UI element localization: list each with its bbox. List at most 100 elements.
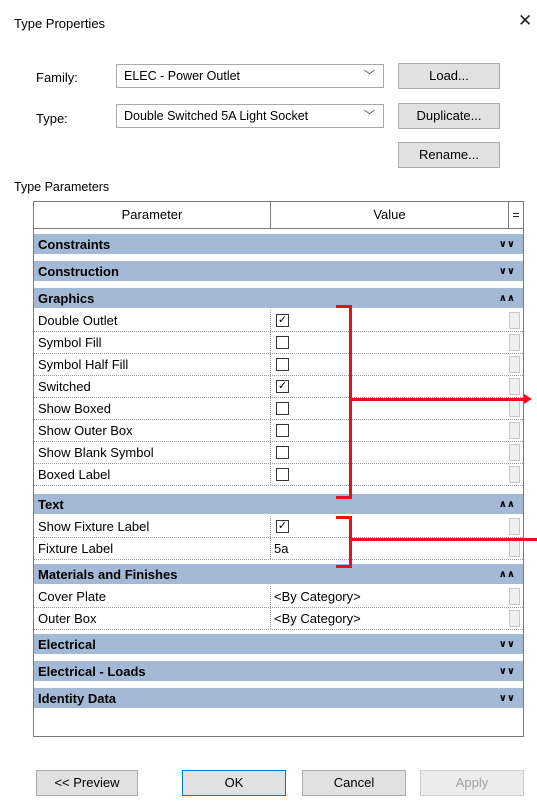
collapse-icon: ∧∧ (498, 293, 515, 304)
cell-divider (270, 332, 271, 353)
param-name: Boxed Label (38, 467, 111, 482)
associate-param-button[interactable] (509, 540, 520, 557)
annotation-arrow-icon (524, 394, 532, 404)
cover-plate-value[interactable]: <By Category> (274, 586, 361, 607)
collapse-icon: ∧∧ (498, 499, 515, 510)
associate-param-button[interactable] (509, 422, 520, 439)
family-select[interactable]: ELEC - Power Outlet ﹀ (116, 64, 384, 88)
cell-divider (270, 608, 271, 629)
param-checkbox[interactable]: ✓ (276, 314, 289, 327)
group-electrical-loads[interactable]: Electrical - Loads ∨∨ (34, 659, 523, 681)
param-row-outer-box: Outer Box <By Category> (34, 608, 523, 630)
cancel-button[interactable]: Cancel (302, 770, 406, 796)
associate-param-button[interactable] (509, 356, 520, 373)
annotation-bracket-graphics (336, 305, 352, 499)
param-row: Switched ✓ (34, 376, 523, 398)
cell-divider (270, 354, 271, 375)
param-name: Show Outer Box (38, 423, 133, 438)
group-electrical[interactable]: Electrical ∨∨ (34, 632, 523, 654)
apply-button: Apply (420, 770, 524, 796)
group-materials-finishes[interactable]: Materials and Finishes ∧∧ (34, 562, 523, 584)
associate-param-button[interactable] (509, 312, 520, 329)
cell-divider (270, 538, 271, 559)
group-label: Materials and Finishes (38, 567, 178, 582)
family-label: Family: (36, 70, 78, 85)
collapse-icon: ∧∧ (498, 569, 515, 580)
family-select-value: ELEC - Power Outlet (124, 69, 241, 83)
annotation-line-graphics (352, 398, 524, 401)
associate-param-button[interactable] (509, 466, 520, 483)
group-label: Identity Data (38, 691, 117, 706)
duplicate-button[interactable]: Duplicate... (398, 103, 500, 129)
group-label: Construction (38, 264, 119, 279)
type-select-value: Double Switched 5A Light Socket (124, 109, 309, 123)
expand-icon: ∨∨ (498, 693, 515, 704)
associate-param-button[interactable] (509, 378, 520, 395)
cell-divider (270, 464, 271, 485)
param-checkbox[interactable] (276, 468, 289, 481)
ok-button[interactable]: OK (182, 770, 286, 796)
cell-divider (270, 586, 271, 607)
group-constraints[interactable]: Constraints ∨∨ (34, 232, 523, 254)
group-label: Constraints (38, 237, 111, 252)
type-select[interactable]: Double Switched 5A Light Socket ﹀ (116, 104, 384, 128)
group-label: Graphics (38, 291, 95, 306)
column-header-value[interactable]: Value (271, 202, 509, 228)
param-row-show-fixture-label: Show Fixture Label ✓ (34, 516, 523, 538)
cell-divider (270, 420, 271, 441)
annotation-line-text (352, 538, 537, 541)
param-checkbox[interactable] (276, 446, 289, 459)
chevron-down-icon: ﹀ (364, 110, 375, 122)
param-name: Double Outlet (38, 313, 118, 328)
load-button[interactable]: Load... (398, 63, 500, 89)
associate-param-button[interactable] (509, 588, 520, 605)
outer-box-value[interactable]: <By Category> (274, 608, 361, 629)
group-construction[interactable]: Construction ∨∨ (34, 259, 523, 281)
column-header-formula[interactable]: = (509, 202, 523, 228)
annotation-bracket-text (336, 516, 352, 568)
param-checkbox[interactable] (276, 336, 289, 349)
dialog-title: Type Properties (14, 16, 106, 31)
param-name: Show Boxed (38, 401, 111, 416)
param-name: Show Blank Symbol (38, 445, 154, 460)
group-graphics[interactable]: Graphics ∧∧ (34, 286, 523, 308)
param-checkbox[interactable] (276, 424, 289, 437)
cell-divider (270, 398, 271, 419)
type-parameters-grid: Parameter Value = Constraints ∨∨ Constru… (33, 201, 524, 737)
group-text[interactable]: Text ∧∧ (34, 492, 523, 514)
param-row: Show Boxed (34, 398, 523, 420)
group-label: Electrical - Loads (38, 664, 146, 679)
associate-param-button[interactable] (509, 334, 520, 351)
checkbox-show-fixture-label[interactable]: ✓ (276, 520, 289, 533)
expand-icon: ∨∨ (498, 239, 515, 250)
param-checkbox[interactable]: ✓ (276, 380, 289, 393)
expand-icon: ∨∨ (498, 666, 515, 677)
param-name: Symbol Half Fill (38, 357, 129, 372)
column-header-parameter[interactable]: Parameter (34, 202, 271, 228)
group-identity-data[interactable]: Identity Data ∨∨ (34, 686, 523, 708)
fixture-label-input[interactable]: 5a (274, 538, 288, 559)
close-icon[interactable]: ✕ (518, 12, 532, 29)
param-row: Show Outer Box (34, 420, 523, 442)
associate-param-button[interactable] (509, 400, 520, 417)
type-label: Type: (36, 111, 68, 126)
param-row: Symbol Half Fill (34, 354, 523, 376)
preview-button[interactable]: << Preview (36, 770, 138, 796)
cell-divider (270, 516, 271, 537)
rename-button[interactable]: Rename... (398, 142, 500, 168)
cell-divider (270, 442, 271, 463)
param-name: Fixture Label (38, 541, 114, 556)
associate-param-button[interactable] (509, 518, 520, 535)
param-row-fixture-label: Fixture Label 5a (34, 538, 523, 560)
expand-icon: ∨∨ (498, 266, 515, 277)
associate-param-button[interactable] (509, 610, 520, 627)
expand-icon: ∨∨ (498, 639, 515, 650)
associate-param-button[interactable] (509, 444, 520, 461)
param-checkbox[interactable] (276, 358, 289, 371)
param-name: Cover Plate (38, 589, 106, 604)
group-label: Text (38, 497, 64, 512)
param-row: Symbol Fill (34, 332, 523, 354)
grid-header: Parameter Value = (34, 202, 523, 229)
cell-divider (270, 310, 271, 331)
param-checkbox[interactable] (276, 402, 289, 415)
